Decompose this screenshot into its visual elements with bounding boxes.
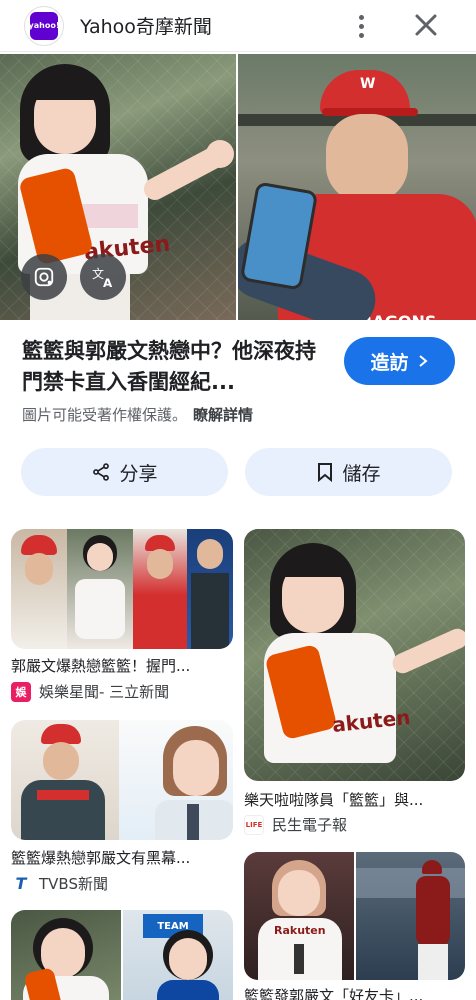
favicon-icon: LIFE xyxy=(244,814,264,835)
share-button[interactable]: 分享 xyxy=(21,448,228,496)
related-source: T TVBS新聞 xyxy=(11,873,108,894)
chevron-right-icon xyxy=(418,355,428,367)
related-source: 娛 娛樂星聞- 三立新聞 xyxy=(11,681,169,702)
close-icon[interactable] xyxy=(408,7,444,43)
bookmark-icon xyxy=(318,463,333,482)
visit-label: 造訪 xyxy=(370,351,409,374)
copyright-notice: 圖片可能受著作權保護。 瞭解詳情 xyxy=(22,404,253,425)
related-caption: 郭嚴文爆熱戀籃籃！握門... xyxy=(11,657,191,675)
related-thumbnail: TEAM xyxy=(11,910,233,1000)
share-label: 分享 xyxy=(119,462,158,485)
related-thumbnail: akuten xyxy=(244,529,465,781)
related-thumbnail: Rakuten xyxy=(244,852,465,980)
related-caption: 籃籃發郭嚴文「好友卡」... xyxy=(244,987,424,1000)
result-headline[interactable]: 籃籃與郭嚴文熱戀中？他深夜持門禁卡直入香閨經紀... xyxy=(22,336,332,398)
related-caption: 籃籃爆熱戀郭嚴文有黑幕... xyxy=(11,849,191,867)
copyright-text: 圖片可能受著作權保護。 xyxy=(22,406,188,424)
save-button[interactable]: 儲存 xyxy=(245,448,452,496)
site-title: Yahoo奇摩新聞 xyxy=(80,16,212,38)
related-caption: 樂天啦啦隊員「籃籃」與... xyxy=(244,791,424,809)
site-logo[interactable]: yahoo! xyxy=(24,5,64,46)
more-vert-icon[interactable] xyxy=(346,9,376,43)
baseball-player-photo: W RAGONS xyxy=(238,54,476,320)
svg-text:A: A xyxy=(103,276,113,290)
yahoo-logo-icon: yahoo! xyxy=(29,11,59,40)
save-label: 儲存 xyxy=(342,462,381,485)
related-source: LIFE 民生電子報 xyxy=(244,814,348,835)
translate-icon[interactable]: 文A xyxy=(80,254,126,300)
google-lens-icon[interactable] xyxy=(21,254,67,300)
related-thumbnail xyxy=(11,529,233,649)
favicon-icon: 娛 xyxy=(11,681,31,702)
related-thumbnail xyxy=(11,720,233,840)
learn-more-link[interactable]: 瞭解詳情 xyxy=(193,406,253,424)
share-icon xyxy=(93,463,110,481)
hero-image[interactable]: akuten W RAGONS 文A xyxy=(0,54,476,320)
visit-button[interactable]: 造訪 xyxy=(344,337,455,385)
top-bar: yahoo! Yahoo奇摩新聞 xyxy=(0,0,476,52)
favicon-icon: T xyxy=(11,873,31,894)
